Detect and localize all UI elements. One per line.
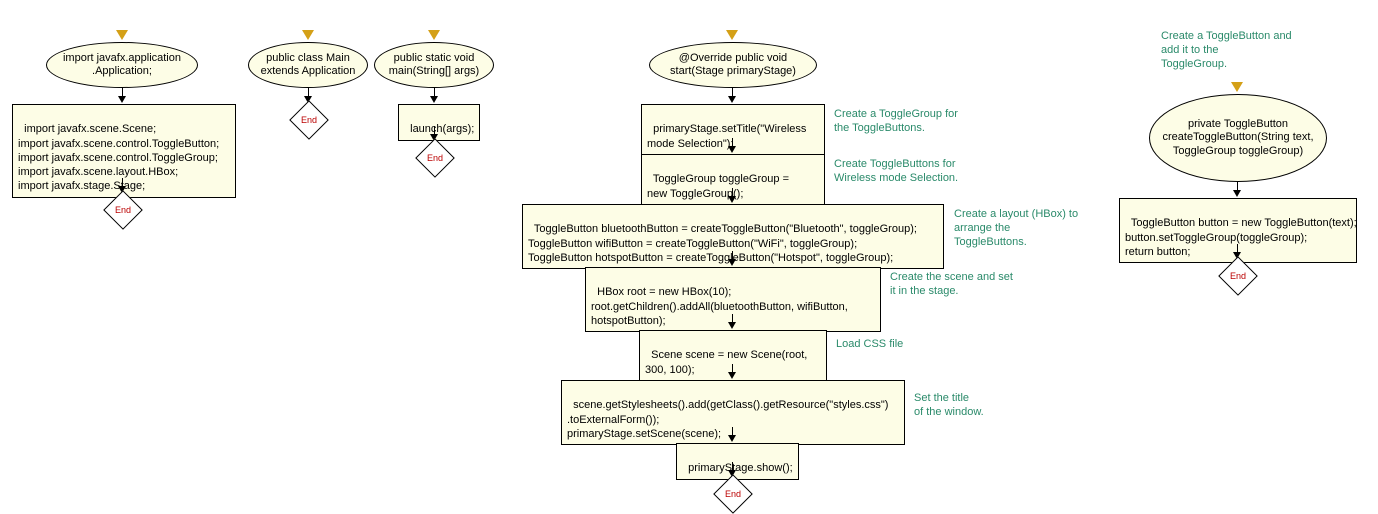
arrow-head-icon xyxy=(118,96,126,103)
rect-text: primaryStage.setTitle("Wireless mode Sel… xyxy=(647,123,806,149)
end-label: End xyxy=(1230,271,1246,281)
entry-arrow-icon xyxy=(1231,82,1243,92)
arrow-head-icon xyxy=(1233,190,1241,197)
ellipse-text: public static void main(String[] args) xyxy=(381,52,487,78)
rect-text: ToggleGroup toggleGroup = new ToggleGrou… xyxy=(647,173,789,199)
arrow-head-icon xyxy=(728,259,736,266)
comment-css: Load CSS file xyxy=(836,338,903,352)
end-node: End xyxy=(415,138,455,178)
comment-title: Set the title of the window. xyxy=(914,392,984,420)
end-label: End xyxy=(115,205,131,215)
arrow-head-icon xyxy=(728,322,736,329)
comment-toggle-group: Create a ToggleGroup for the ToggleButto… xyxy=(834,108,958,136)
ellipse-import-application: import javafx.application .Application; xyxy=(46,42,198,88)
rect-show: primaryStage.show(); xyxy=(676,443,799,480)
ellipse-text: public class Main extends Application xyxy=(255,52,361,78)
ellipse-main-method: public static void main(String[] args) xyxy=(374,42,494,88)
end-node: End xyxy=(289,100,329,140)
rect-text: HBox root = new HBox(10); root.getChildr… xyxy=(591,286,848,327)
arrow-head-icon xyxy=(430,96,438,103)
rect-text: ToggleButton bluetoothButton = createTog… xyxy=(528,223,917,264)
end-node: End xyxy=(713,474,753,514)
comment-toggle-buttons: Create ToggleButtons for Wireless mode S… xyxy=(834,158,958,186)
rect-text: Scene scene = new Scene(root, 300, 100); xyxy=(645,349,807,375)
rect-launch: launch(args); xyxy=(398,104,480,141)
comment-layout: Create a layout (HBox) to arrange the To… xyxy=(954,208,1078,249)
ellipse-text: @Override public void start(Stage primar… xyxy=(656,52,810,78)
rect-text: scene.getStylesheets().add(getClass().ge… xyxy=(567,399,888,440)
ellipse-create-toggle-method: private ToggleButton createToggleButton(… xyxy=(1149,94,1327,182)
entry-arrow-icon xyxy=(726,30,738,40)
comment-create-toggle: Create a ToggleButton and add it to the … xyxy=(1161,30,1292,71)
end-label: End xyxy=(725,489,741,499)
rect-imports: import javafx.scene.Scene; import javafx… xyxy=(12,104,236,198)
entry-arrow-icon xyxy=(302,30,314,40)
entry-arrow-icon xyxy=(428,30,440,40)
arrow-head-icon xyxy=(728,372,736,379)
entry-arrow-icon xyxy=(116,30,128,40)
ellipse-start-method: @Override public void start(Stage primar… xyxy=(649,42,817,88)
arrow-head-icon xyxy=(728,435,736,442)
end-label: End xyxy=(301,115,317,125)
rect-text: primaryStage.show(); xyxy=(688,462,793,474)
rect-text: import javafx.scene.Scene; import javafx… xyxy=(18,123,219,192)
ellipse-class-main: public class Main extends Application xyxy=(248,42,368,88)
ellipse-text: import javafx.application .Application; xyxy=(53,52,191,78)
arrow-head-icon xyxy=(728,96,736,103)
ellipse-text: private ToggleButton createToggleButton(… xyxy=(1156,118,1320,158)
rect-text: launch(args); xyxy=(410,123,474,135)
comment-scene: Create the scene and set it in the stage… xyxy=(890,271,1013,299)
end-label: End xyxy=(427,153,443,163)
arrow-head-icon xyxy=(728,196,736,203)
arrow-head-icon xyxy=(728,146,736,153)
